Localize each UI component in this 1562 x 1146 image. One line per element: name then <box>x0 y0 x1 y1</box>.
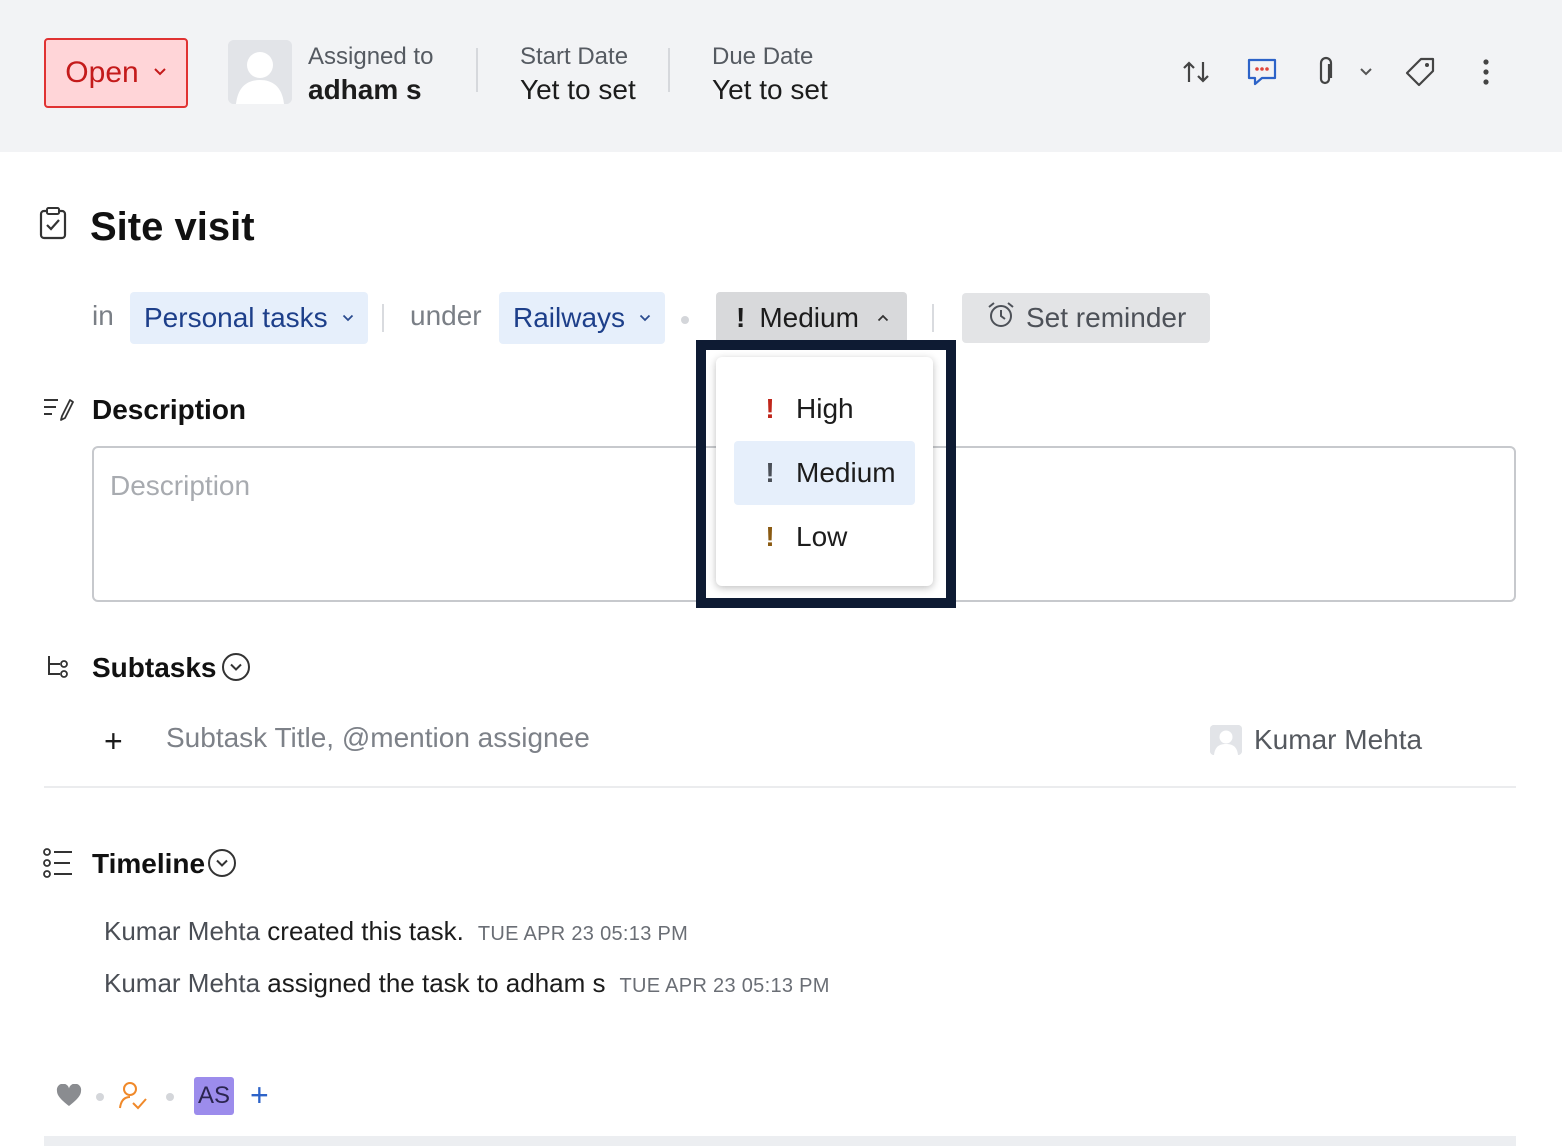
status-label: Open <box>65 56 139 89</box>
timeline-timestamp: TUE APR 23 05:13 PM <box>477 923 689 945</box>
chevron-down-icon <box>639 309 651 327</box>
user-placeholder-icon <box>228 40 292 104</box>
due-date-label: Due Date <box>712 43 814 70</box>
subtasks-tree-icon <box>46 654 70 685</box>
project-label: Railways <box>513 302 626 333</box>
divider <box>668 48 670 92</box>
timeline-entry: Kumar Mehta created this task. TUE APR 23… <box>104 914 688 951</box>
assigned-to-value: adham s <box>308 74 422 105</box>
priority-option-low[interactable]: ! Low <box>734 505 915 569</box>
priority-label: Medium <box>759 302 859 333</box>
priority-option-medium[interactable]: ! Medium <box>734 441 915 505</box>
due-date-value: Yet to set <box>712 74 828 105</box>
chevron-down-icon <box>342 309 354 327</box>
start-date-label: Start Date <box>520 43 629 70</box>
start-date-field[interactable]: Start Date Yet to set <box>520 42 636 108</box>
subtask-title-input[interactable] <box>166 722 1066 754</box>
project-dropdown[interactable]: Railways <box>499 292 666 344</box>
section-divider <box>44 786 1516 788</box>
separator-dot <box>681 316 689 324</box>
subtask-assignee-name: Kumar Mehta <box>1254 724 1423 755</box>
subtask-assignee-picker[interactable]: Kumar Mehta <box>1210 724 1422 756</box>
timeline-actor[interactable]: Kumar Mehta <box>104 968 260 998</box>
chevron-up-icon <box>877 309 889 327</box>
priority-high-icon: ! <box>765 393 775 424</box>
start-date-value: Yet to set <box>520 74 636 105</box>
set-reminder-label: Set reminder <box>1026 302 1187 333</box>
priority-option-label: High <box>796 393 854 424</box>
more-vertical-icon[interactable] <box>1466 50 1506 94</box>
priority-menu: ! High ! Medium ! Low <box>716 357 933 586</box>
divider <box>476 48 478 92</box>
tasklist-label: Personal tasks <box>144 302 328 333</box>
add-subtask-icon[interactable]: + <box>104 724 123 758</box>
follower-icon[interactable] <box>118 1080 148 1117</box>
follower-avatar[interactable]: AS <box>194 1077 234 1115</box>
assignee-avatar[interactable] <box>228 40 292 104</box>
chevron-down-icon[interactable] <box>1346 50 1386 94</box>
description-heading: Description <box>92 394 247 425</box>
set-reminder-button[interactable]: Set reminder <box>962 293 1210 343</box>
priority-low-icon: ! <box>765 521 775 552</box>
priority-option-label: Low <box>796 521 848 552</box>
alarm-clock-icon <box>986 300 1016 337</box>
divider <box>382 304 384 332</box>
timeline-entry: Kumar Mehta assigned the task to adham s… <box>104 966 830 1003</box>
timeline-collapse-icon[interactable] <box>208 849 236 877</box>
assigned-to-label: Assigned to <box>308 43 434 70</box>
comment-bar <box>44 1136 1516 1146</box>
attachment-icon[interactable] <box>1306 50 1346 94</box>
swap-icon[interactable] <box>1176 50 1216 94</box>
timeline-list-icon <box>42 848 74 883</box>
priority-medium-icon: ! <box>765 457 775 488</box>
task-clipboard-icon <box>38 206 68 240</box>
task-title[interactable]: Site visit <box>90 200 255 254</box>
add-follower-icon[interactable]: + <box>250 1078 269 1112</box>
user-placeholder-icon <box>1210 725 1242 755</box>
priority-option-high[interactable]: ! High <box>734 377 915 441</box>
subtasks-collapse-icon[interactable] <box>222 653 250 681</box>
timeline-action: created this task. <box>260 916 464 946</box>
tasklist-dropdown[interactable]: Personal tasks <box>130 292 368 344</box>
timeline-actor[interactable]: Kumar Mehta <box>104 916 260 946</box>
separator-dot <box>96 1093 104 1101</box>
under-label: under <box>410 300 482 331</box>
due-date-field[interactable]: Due Date Yet to set <box>712 42 828 108</box>
like-heart-icon[interactable] <box>56 1083 82 1113</box>
timeline-action: assigned the task to adham s <box>260 968 606 998</box>
task-header: Open Assigned to adham s Start Date Yet … <box>0 0 1562 152</box>
in-label: in <box>92 300 114 331</box>
tag-icon[interactable] <box>1400 50 1440 94</box>
priority-exclamation-icon: ! <box>736 302 746 333</box>
timeline-heading: Timeline <box>92 848 206 879</box>
chevron-down-icon <box>153 64 167 82</box>
comment-icon[interactable] <box>1242 50 1282 94</box>
assigned-to-field[interactable]: Assigned to adham s <box>308 42 433 108</box>
separator-dot <box>166 1093 174 1101</box>
divider <box>932 304 934 332</box>
priority-option-label: Medium <box>796 457 896 488</box>
priority-dropdown[interactable]: ! Medium <box>716 292 907 344</box>
description-edit-icon <box>42 396 74 427</box>
subtasks-heading: Subtasks <box>92 652 217 683</box>
status-dropdown-button[interactable]: Open <box>44 38 188 108</box>
timeline-timestamp: TUE APR 23 05:13 PM <box>619 975 830 997</box>
